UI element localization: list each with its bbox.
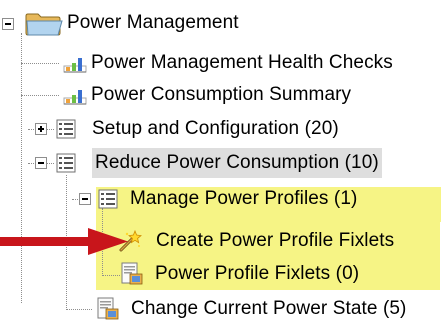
expand-setup-configuration-toggle[interactable] <box>35 123 47 135</box>
collapse-power-management-toggle[interactable] <box>2 18 14 30</box>
tree-line-root <box>21 33 22 303</box>
tree-item-label: Change Current Power State (5) <box>131 298 407 319</box>
tree-item-health-checks[interactable]: Power Management Health Checks <box>62 48 396 78</box>
navigation-tree: Power Management Power Management Health… <box>0 0 445 328</box>
red-arrow-icon <box>0 228 128 255</box>
chart-icon <box>63 58 87 73</box>
tree-line-connector <box>21 63 59 64</box>
tree-item-power-profile-fixlets[interactable]: Power Profile Fixlets (0) <box>120 259 362 289</box>
tree-item-label: Power Consumption Summary <box>91 84 352 105</box>
list-icon <box>56 153 76 173</box>
tree-item-reduce-power-consumption[interactable]: Reduce Power Consumption (10) <box>55 148 382 178</box>
tree-item-setup-configuration[interactable]: Setup and Configuration (20) <box>55 114 342 144</box>
tree-item-manage-power-profiles[interactable]: Manage Power Profiles (1) <box>97 184 360 214</box>
tree-item-change-current-power-state[interactable]: Change Current Power State (5) <box>96 294 409 324</box>
fixlet-document-icon <box>97 297 119 320</box>
tree-item-power-management[interactable]: Power Management <box>24 8 242 38</box>
fixlet-document-icon <box>121 262 143 285</box>
tree-item-label: Power Profile Fixlets (0) <box>155 263 360 284</box>
chart-icon <box>63 90 87 105</box>
list-icon <box>56 119 76 139</box>
tree-item-label: Reduce Power Consumption (10) <box>92 148 382 178</box>
folder-icon <box>25 13 63 36</box>
tree-item-label: Power Management Health Checks <box>91 52 393 73</box>
tree-item-label: Setup and Configuration (20) <box>92 118 339 139</box>
tree-line-connector <box>21 95 59 96</box>
collapse-reduce-power-toggle[interactable] <box>35 157 47 169</box>
list-icon <box>98 189 118 209</box>
collapse-manage-profiles-toggle[interactable] <box>79 193 91 205</box>
tree-item-create-power-profile-fixlets[interactable]: Create Power Profile Fixlets <box>118 226 397 256</box>
tree-item-label: Power Management <box>67 12 239 33</box>
tree-line-connector <box>102 275 120 276</box>
tree-item-label: Create Power Profile Fixlets <box>156 230 395 251</box>
tree-item-label: Manage Power Profiles (1) <box>130 188 358 209</box>
tree-item-consumption-summary[interactable]: Power Consumption Summary <box>62 80 354 110</box>
tree-line-connector <box>66 309 92 310</box>
